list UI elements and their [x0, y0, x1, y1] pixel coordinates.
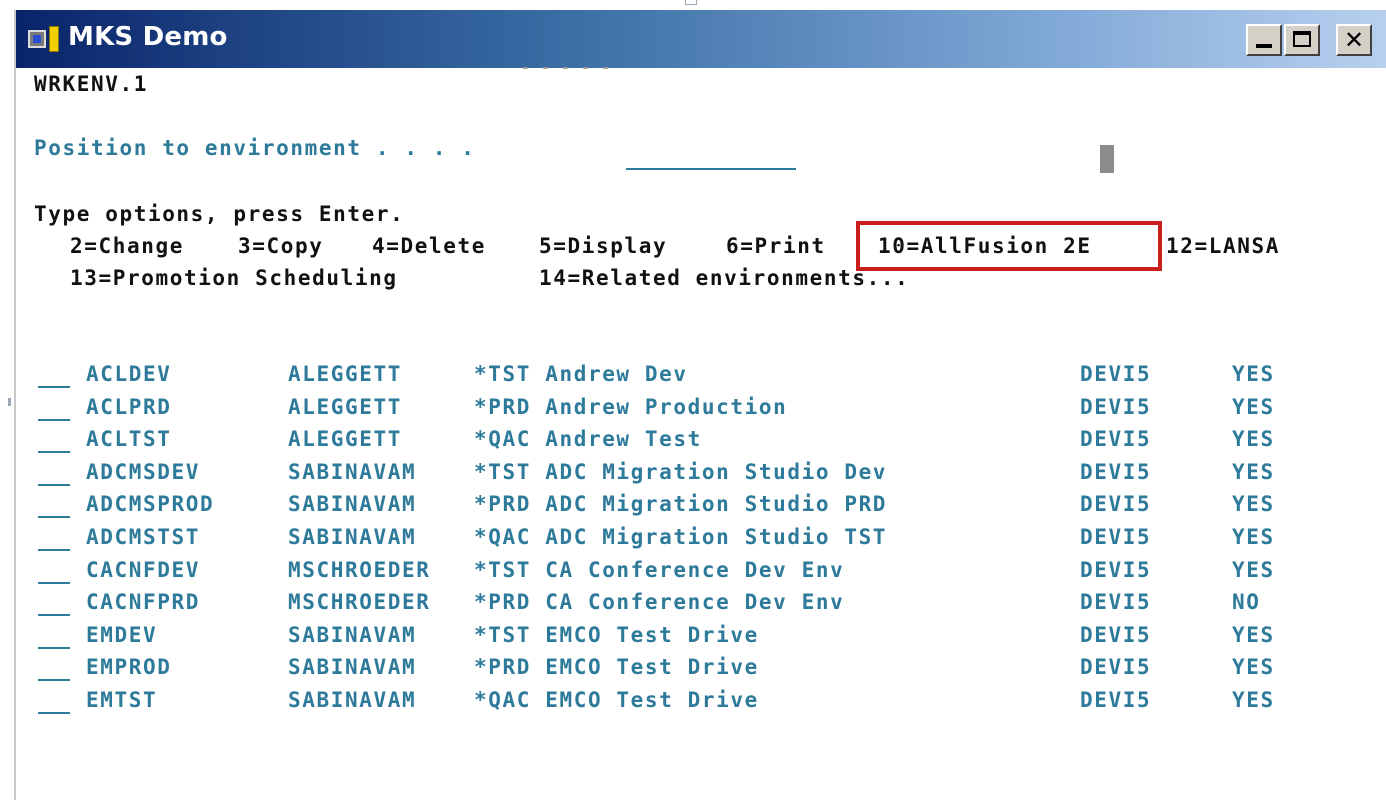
- env-active: YES: [1232, 460, 1275, 484]
- env-active: YES: [1232, 655, 1275, 679]
- env-active: YES: [1232, 427, 1275, 451]
- env-name: CACNFDEV: [86, 558, 200, 582]
- position-input[interactable]: [626, 168, 796, 170]
- env-owner: MSCHROEDER: [288, 558, 431, 582]
- text-cursor: [1100, 145, 1114, 173]
- env-system: DEVI5: [1080, 427, 1152, 451]
- terminal-window: MKS Demo ✕ WRKENV.1 - - - - - Position t…: [14, 10, 1386, 800]
- env-owner: SABINAVAM: [288, 623, 417, 647]
- env-description: *QAC Andrew Test: [474, 427, 702, 451]
- env-system: DEVI5: [1080, 590, 1152, 614]
- option-copy: 3=Copy: [238, 234, 324, 258]
- env-owner: SABINAVAM: [288, 492, 417, 516]
- env-system: DEVI5: [1080, 655, 1152, 679]
- option-input[interactable]: [38, 451, 70, 453]
- env-active: YES: [1232, 395, 1275, 419]
- env-owner: SABINAVAM: [288, 655, 417, 679]
- env-owner: ALEGGETT: [288, 362, 402, 386]
- env-active: YES: [1232, 623, 1275, 647]
- window-edge-mark-left: [8, 398, 11, 406]
- option-display: 5=Display: [539, 234, 668, 258]
- option-change: 2=Change: [70, 234, 184, 258]
- option-lansa: 12=LANSA: [1166, 234, 1280, 258]
- env-system: DEVI5: [1080, 362, 1152, 386]
- env-system: DEVI5: [1080, 460, 1152, 484]
- mks-app-icon: [28, 26, 62, 54]
- env-description: *TST Andrew Dev: [474, 362, 688, 386]
- option-input[interactable]: [38, 549, 70, 551]
- instructions-text: Type options, press Enter.: [34, 202, 405, 226]
- env-description: *TST EMCO Test Drive: [474, 623, 759, 647]
- env-name: ADCMSDEV: [86, 460, 200, 484]
- env-active: YES: [1232, 688, 1275, 712]
- close-button[interactable]: ✕: [1336, 24, 1372, 56]
- option-input[interactable]: [38, 679, 70, 681]
- option-input[interactable]: [38, 712, 70, 714]
- option-input[interactable]: [38, 484, 70, 486]
- env-system: DEVI5: [1080, 558, 1152, 582]
- option-print: 6=Print: [726, 234, 826, 258]
- option-promotion-scheduling: 13=Promotion Scheduling: [70, 266, 398, 290]
- obscured-header: - - - - -: [521, 60, 612, 76]
- option-input[interactable]: [38, 516, 70, 518]
- minimize-icon: [1256, 44, 1272, 48]
- minimize-button[interactable]: [1246, 24, 1282, 56]
- maximize-button[interactable]: [1284, 24, 1320, 56]
- env-system: DEVI5: [1080, 688, 1152, 712]
- window-edge-mark: [685, 0, 697, 5]
- env-system: DEVI5: [1080, 395, 1152, 419]
- env-description: *PRD ADC Migration Studio PRD: [474, 492, 888, 516]
- env-system: DEVI5: [1080, 525, 1152, 549]
- env-name: ACLTST: [86, 427, 172, 451]
- env-description: *PRD CA Conference Dev Env: [474, 590, 845, 614]
- maximize-icon: [1293, 31, 1311, 47]
- env-name: EMPROD: [86, 655, 172, 679]
- env-system: DEVI5: [1080, 492, 1152, 516]
- env-owner: MSCHROEDER: [288, 590, 431, 614]
- option-delete: 4=Delete: [372, 234, 486, 258]
- env-description: *PRD EMCO Test Drive: [474, 655, 759, 679]
- window-title: MKS Demo: [68, 22, 228, 52]
- env-name: EMTST: [86, 688, 158, 712]
- env-active: NO: [1232, 590, 1261, 614]
- env-owner: SABINAVAM: [288, 688, 417, 712]
- title-bar[interactable]: MKS Demo ✕: [16, 10, 1386, 68]
- option-related-environments: 14=Related environments...: [539, 266, 910, 290]
- env-owner: SABINAVAM: [288, 460, 417, 484]
- env-active: YES: [1232, 525, 1275, 549]
- option-input[interactable]: [38, 386, 70, 388]
- position-prompt: Position to environment . . . .: [34, 136, 476, 160]
- option-input[interactable]: [38, 647, 70, 649]
- env-description: *QAC ADC Migration Studio TST: [474, 525, 888, 549]
- env-active: YES: [1232, 362, 1275, 386]
- env-name: CACNFPRD: [86, 590, 200, 614]
- env-name: ADCMSPROD: [86, 492, 215, 516]
- env-name: EMDEV: [86, 623, 158, 647]
- env-owner: ALEGGETT: [288, 427, 402, 451]
- env-owner: SABINAVAM: [288, 525, 417, 549]
- env-description: *QAC EMCO Test Drive: [474, 688, 759, 712]
- env-description: *TST CA Conference Dev Env: [474, 558, 845, 582]
- env-owner: ALEGGETT: [288, 395, 402, 419]
- option-input[interactable]: [38, 614, 70, 616]
- option-input[interactable]: [38, 419, 70, 421]
- program-id: WRKENV.1: [34, 72, 148, 96]
- env-description: *PRD Andrew Production: [474, 395, 788, 419]
- env-active: YES: [1232, 492, 1275, 516]
- env-name: ACLPRD: [86, 395, 172, 419]
- env-active: YES: [1232, 558, 1275, 582]
- env-description: *TST ADC Migration Studio Dev: [474, 460, 888, 484]
- env-name: ACLDEV: [86, 362, 172, 386]
- option-input[interactable]: [38, 582, 70, 584]
- highlight-annotation-box: [856, 221, 1162, 271]
- env-system: DEVI5: [1080, 623, 1152, 647]
- close-icon: ✕: [1343, 26, 1365, 54]
- env-name: ADCMSTST: [86, 525, 200, 549]
